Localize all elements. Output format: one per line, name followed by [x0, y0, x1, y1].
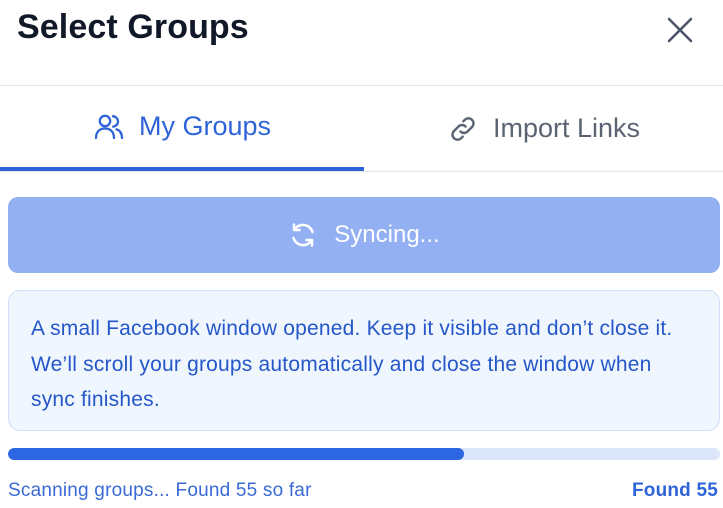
select-groups-modal: Select Groups My Groups Import Links Syn…: [0, 0, 723, 508]
found-count: Found 55: [631, 480, 718, 501]
close-icon: [667, 17, 693, 43]
users-icon: [94, 114, 124, 139]
tab-my-groups-label: My Groups: [138, 111, 272, 141]
tab-my-groups[interactable]: My Groups: [0, 86, 364, 171]
scanning-status: Scanning groups... Found 55 so far: [8, 480, 312, 501]
link-icon: [451, 116, 475, 141]
tab-import-links-label: Import Links: [492, 113, 641, 143]
sync-notice: A small Facebook window opened. Keep it …: [8, 290, 720, 431]
modal-title: Select Groups: [17, 8, 249, 46]
tab-import-links[interactable]: Import Links: [364, 86, 723, 171]
sync-progress-fill: [8, 448, 465, 460]
close-button[interactable]: [662, 12, 698, 48]
modal-header: Select Groups: [0, 0, 723, 86]
syncing-label: Syncing...: [334, 221, 440, 248]
syncing-button[interactable]: Syncing...: [8, 197, 720, 273]
tab-bar: My Groups Import Links: [0, 86, 723, 172]
sync-icon: [292, 223, 315, 247]
sync-progress-bar: [8, 448, 720, 460]
